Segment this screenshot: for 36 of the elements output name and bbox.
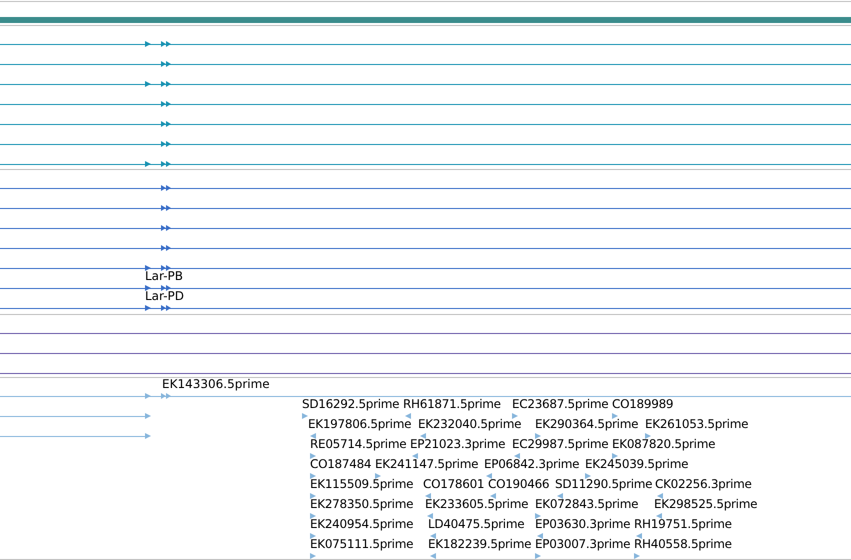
feature-label: SD16292.5prime xyxy=(302,398,400,411)
feature-label: EK298525.5prime xyxy=(654,498,758,511)
feature-label: EK143306.5prime xyxy=(162,378,270,391)
feature-label: EK240954.5prime xyxy=(310,518,414,531)
feature-label: EK075111.5prime xyxy=(310,538,414,551)
feature-label: EP03007.3prime xyxy=(535,538,630,551)
feature-label: EK232040.5prime xyxy=(418,418,522,431)
feature-label: EK290364.5prime xyxy=(535,418,638,431)
feature-label: RH40558.5prime xyxy=(634,538,732,551)
feature-label: LD40475.5prime xyxy=(428,518,524,531)
feature-label: EK115509.5prime xyxy=(310,478,414,491)
feature-label: RH61871.5prime xyxy=(403,398,501,411)
feature-label: CO178601 xyxy=(423,478,484,491)
feature-label: RE05714.5prime xyxy=(310,438,406,451)
feature-label: EP06842.3prime xyxy=(484,458,580,471)
feature-label: Lar-PB xyxy=(145,270,184,283)
feature-label: EK245039.5prime xyxy=(585,458,688,471)
feature-label: EK072843.5prime xyxy=(535,498,638,511)
feature-label: SD11290.5prime xyxy=(555,478,652,491)
feature-label: EK241147.5prime xyxy=(375,458,478,471)
feature-label: EC29987.5prime xyxy=(512,438,608,451)
feature-label: EK197806.5prime xyxy=(308,418,412,431)
feature-label: RH19751.5prime xyxy=(634,518,732,531)
feature-label: EP03630.3prime xyxy=(535,518,630,531)
feature-label: CO190466 xyxy=(488,478,550,491)
feature-label: EK278350.5prime xyxy=(310,498,414,511)
feature-label: EK182239.5prime xyxy=(428,538,532,551)
feature-label: CO189989 xyxy=(612,398,674,411)
feature-label: CK02256.3prime xyxy=(655,478,752,491)
feature-label: Lar-PD xyxy=(145,290,184,303)
feature-label: EK233605.5prime xyxy=(425,498,528,511)
feature-label: EK261053.5prime xyxy=(645,418,748,431)
feature-label: CO187484 xyxy=(310,458,372,471)
feature-label: EK087820.5prime xyxy=(612,438,716,451)
feature-label: EC23687.5prime xyxy=(512,398,608,411)
feature-label: EP21023.3prime xyxy=(410,438,506,451)
